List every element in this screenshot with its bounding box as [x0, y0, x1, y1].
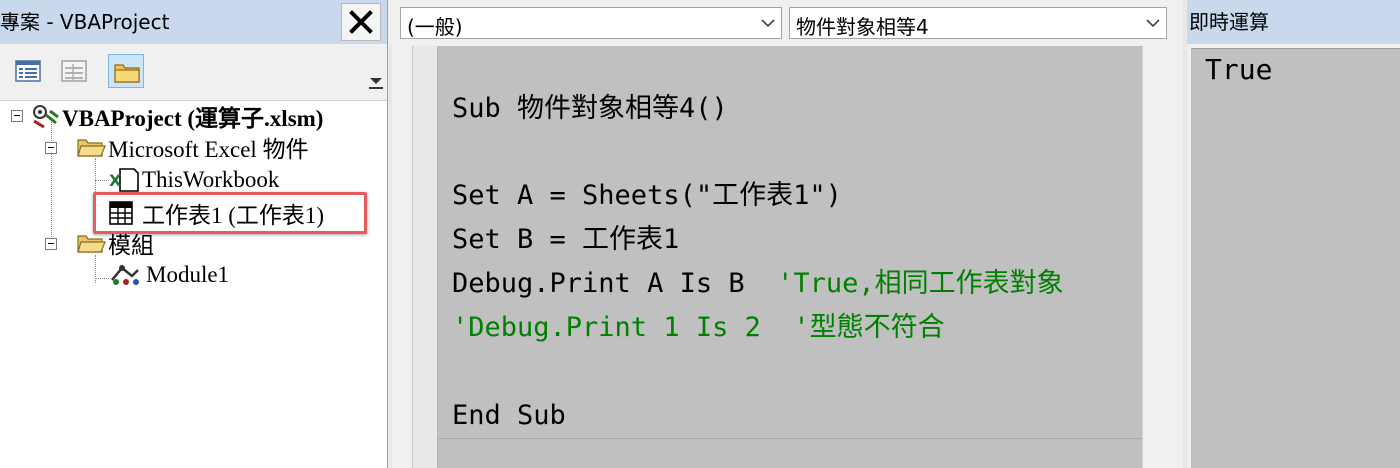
module-icon: [108, 262, 144, 288]
code-window-header: (一般) 物件對象相等4: [388, 0, 1182, 46]
tree-item-thisworkbook[interactable]: X ThisWorkbook: [108, 165, 279, 195]
project-explorer-title-bar[interactable]: 專案 - VBAProject: [0, 0, 387, 44]
code-line: Debug.Print A Is B 'True,相同工作表對象: [452, 267, 1064, 301]
immediate-window-body[interactable]: True: [1191, 48, 1400, 468]
project-explorer-toolbar: [0, 44, 387, 101]
code-comment: 'True,相同工作表對象: [777, 268, 1064, 299]
close-icon: [349, 10, 373, 34]
code-editor[interactable]: Sub 物件對象相等4() Set A = Sheets("工作表1") Set…: [438, 46, 1142, 468]
view-object-button[interactable]: [56, 54, 92, 88]
close-button[interactable]: [341, 3, 381, 41]
view-code-icon: [15, 60, 41, 82]
project-explorer: 專案 - VBAProject VBAProject (運算子.xlsm) Mi…: [0, 0, 388, 468]
code-line: Sub 物件對象相等4(): [452, 93, 728, 124]
immediate-window: 即時運算 True: [1183, 0, 1400, 468]
chevron-down-icon: [761, 19, 775, 28]
chevron-down-icon: [369, 78, 383, 89]
tree-item-module1[interactable]: Module1: [108, 260, 229, 290]
object-dropdown[interactable]: (一般): [400, 7, 782, 39]
code-line: Set A = Sheets("工作表1"): [452, 180, 842, 211]
immediate-window-title: 即時運算: [1189, 10, 1269, 34]
highlight-annotation: [93, 192, 367, 234]
tree-item-vbaproject[interactable]: VBAProject (運算子.xlsm): [30, 101, 323, 131]
tree-connector: [95, 180, 109, 181]
procedure-separator: [438, 438, 1142, 439]
code-line: Set B = 工作表1: [452, 224, 680, 255]
project-tree: VBAProject (運算子.xlsm) Microsoft Excel 物件…: [0, 100, 387, 468]
margin-indicator-bar: [392, 46, 413, 468]
toggle-folders-button[interactable]: [108, 54, 144, 88]
folder-open-icon: [76, 134, 106, 160]
view-code-button[interactable]: [10, 54, 46, 88]
code-window: (一般) 物件對象相等4 Sub 物件對象相等4() Set A = Sheet…: [388, 0, 1182, 468]
tree-item-excel-objects[interactable]: Microsoft Excel 物件: [76, 132, 309, 162]
immediate-output: True: [1205, 53, 1273, 86]
vba-project-icon: [30, 103, 60, 129]
code-margin[interactable]: [388, 46, 438, 468]
code-comment-line: 'Debug.Print 1 Is 2 '型態不符合: [452, 312, 945, 343]
chevron-down-icon: [1146, 19, 1160, 28]
code-statement: Debug.Print A Is B: [452, 268, 778, 299]
tree-collapse-toggle[interactable]: [11, 110, 23, 122]
vertical-scrollbar[interactable]: [1142, 46, 1182, 468]
tree-collapse-toggle[interactable]: [45, 142, 57, 154]
excel-workbook-icon: X: [108, 167, 140, 193]
folder-icon: [114, 64, 140, 83]
immediate-window-title-bar[interactable]: 即時運算: [1187, 0, 1400, 44]
project-explorer-title: 專案 - VBAProject: [0, 10, 170, 34]
tree-collapse-toggle[interactable]: [45, 238, 57, 250]
view-object-icon: [61, 60, 87, 82]
procedure-dropdown[interactable]: 物件對象相等4: [789, 7, 1167, 39]
tree-connector: [51, 120, 52, 245]
svg-text:X: X: [109, 171, 122, 190]
code-line: End Sub: [452, 400, 566, 431]
tree-connector: [95, 278, 109, 279]
toolbar-overflow-button[interactable]: [366, 52, 386, 92]
